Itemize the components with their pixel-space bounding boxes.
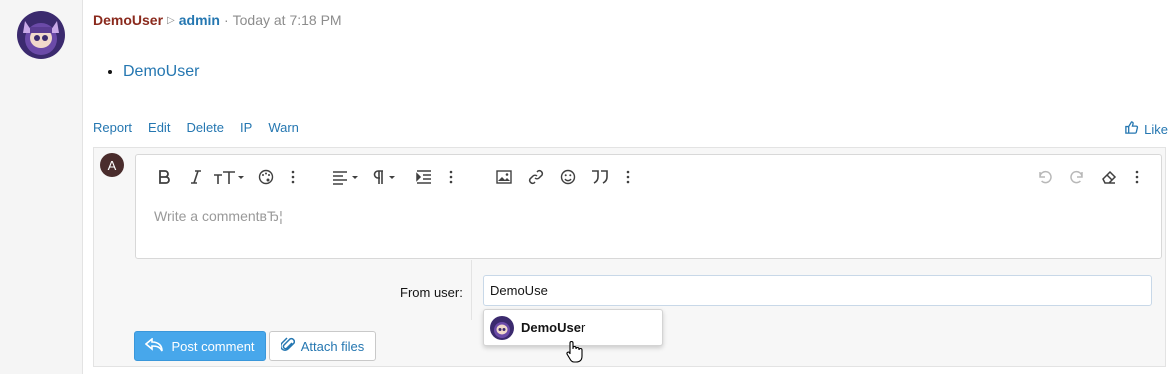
quote-icon[interactable] [589,166,611,188]
text-size-icon[interactable] [212,166,246,188]
post-comment-label: Post comment [171,338,255,354]
from-user-input[interactable]: DemoUse [483,275,1152,306]
separator: · [223,12,229,28]
message: DemoUser ▷ admin · Today at 7:18 PM Demo… [83,0,1176,374]
current-user-avatar[interactable]: A [100,153,124,177]
attach-files-button[interactable]: Attach files [269,331,376,361]
paperclip-icon [279,336,295,356]
smiley-icon[interactable] [558,166,578,188]
author-name[interactable]: DemoUser [93,12,163,28]
message-header: DemoUser ▷ admin · Today at 7:18 PM [93,12,342,28]
like-button[interactable]: Like [1124,120,1168,138]
more-icon[interactable] [286,166,300,188]
warn-link[interactable]: Warn [268,120,299,135]
comment-editor[interactable]: Write a commentвЂ¦ [135,154,1162,259]
comment-form: A Write a commentвЂ¦ From user: DemoUse … [93,147,1166,367]
divider [471,260,472,320]
user-mention-link[interactable]: DemoUser [123,63,199,80]
post-comment-button[interactable]: Post comment [134,331,266,361]
message-actions: Report Edit Delete IP Warn [93,120,299,135]
triangle-right-icon: ▷ [167,14,175,26]
author-avatar[interactable] [17,11,65,59]
hand-cursor-icon [565,340,583,369]
redo-icon[interactable] [1067,166,1087,188]
more-icon[interactable] [1130,166,1144,188]
more-icon[interactable] [621,166,635,188]
palette-icon[interactable] [256,166,276,188]
message-content: DemoUser [107,63,199,81]
more-icon[interactable] [444,166,458,188]
bold-icon[interactable] [154,166,174,188]
from-user-value: DemoUse [490,283,548,298]
eraser-icon[interactable] [1099,166,1119,188]
image-icon[interactable] [494,166,514,188]
suggestion-avatar [490,315,514,340]
delete-link[interactable]: Delete [186,120,224,135]
undo-icon[interactable] [1035,166,1055,188]
comment-placeholder: Write a commentвЂ¦ [154,208,283,224]
attach-files-label: Attach files [300,338,365,354]
italic-icon[interactable] [186,166,206,188]
recipient-name[interactable]: admin [179,12,220,28]
from-user-label: From user: [400,285,463,300]
user-column [0,0,83,374]
report-link[interactable]: Report [93,120,132,135]
edit-link[interactable]: Edit [148,120,170,135]
ip-link[interactable]: IP [240,120,252,135]
editor-toolbar [136,155,1161,200]
suggestion-text: DemoUser [521,320,586,335]
like-label: Like [1144,121,1168,137]
list-item: DemoUser [123,63,199,81]
reply-icon [145,336,164,355]
timestamp[interactable]: Today at 7:18 PM [233,12,342,28]
align-icon[interactable] [332,166,362,188]
link-icon[interactable] [526,166,546,188]
indent-icon[interactable] [414,166,434,188]
thumbs-up-icon [1124,120,1139,138]
paragraph-icon[interactable] [372,166,402,188]
